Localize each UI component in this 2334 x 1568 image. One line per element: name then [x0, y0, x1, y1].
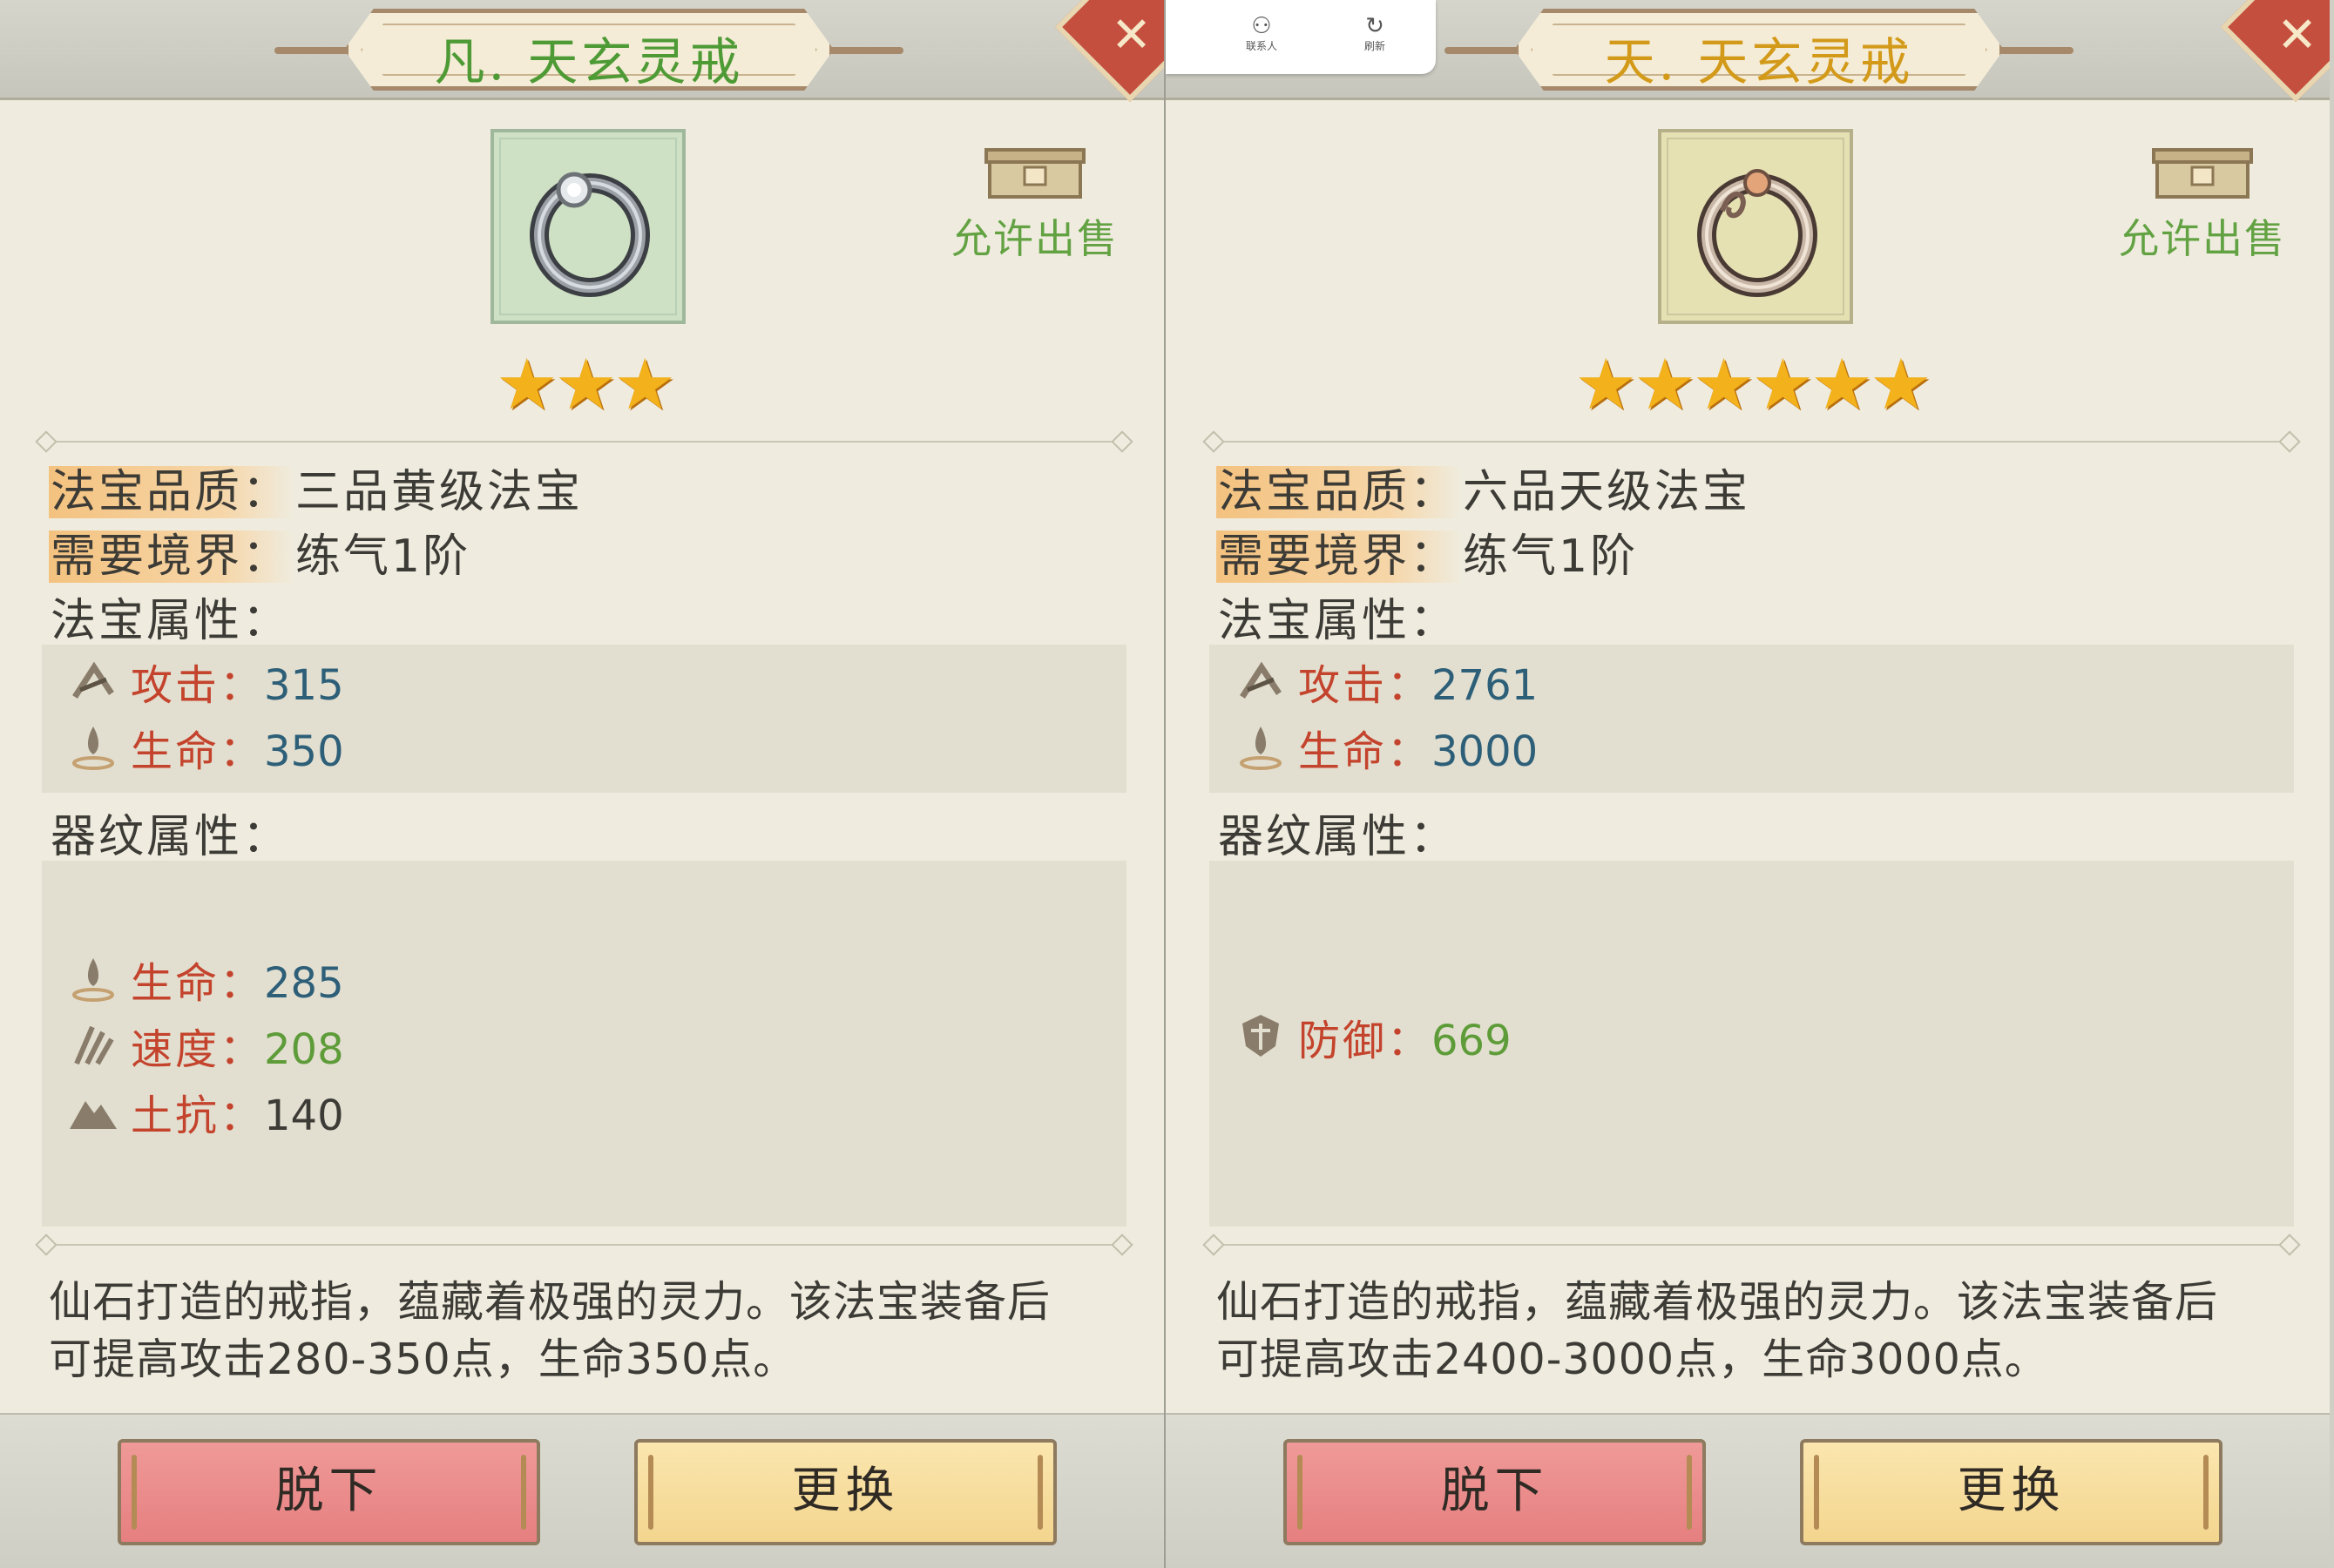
attr-heading-row: 法宝属性：	[1216, 584, 1458, 649]
pattern-attr-box: 防御：669	[1209, 861, 2294, 1227]
quality-value: 三品黄级法宝	[295, 466, 584, 518]
star-icon: ★	[495, 344, 558, 425]
item-title: 凡. 天玄灵戒	[434, 32, 744, 91]
pattern-row: 防御：669	[1235, 1010, 1512, 1071]
star-icon: ★	[1634, 344, 1696, 425]
pattern-row: 生命：285	[68, 953, 344, 1014]
speed-icon	[68, 1020, 118, 1085]
item-detail-panel-right: 天. 天玄灵戒 ✕ ⚇ 联系人 ↻ 刷新 允许出售 ★★★★★★ 法宝品质： 六…	[1166, 0, 2330, 1568]
divider	[1209, 441, 2294, 443]
realm-row: 需要境界： 练气1阶	[1216, 519, 1638, 585]
attr-row: 攻击：315	[68, 655, 344, 716]
pattern-attr-box: 生命：285 速度：208 土抗：140	[42, 861, 1126, 1227]
realm-label: 需要境界：	[49, 531, 296, 583]
item-detail-panel-left: 凡. 天玄灵戒 ✕ 允许出售 ★★★ 法宝品质： 三品黄级法宝 需要境界： 练气…	[0, 0, 1164, 1568]
pattern-heading: 器纹属性：	[51, 811, 291, 863]
star-rating: ★★★	[42, 350, 1126, 420]
action-bar: 脱下 更换	[1166, 1413, 2330, 1568]
base-attr-box: 攻击：315 生命：350	[42, 645, 1126, 793]
pattern-row: 土抗：140	[68, 1085, 344, 1146]
attr-heading: 法宝属性：	[51, 595, 291, 647]
refresh-icon: ↻	[1365, 13, 1384, 39]
star-icon: ★	[1751, 344, 1815, 425]
attr-row: 攻击：2761	[1235, 655, 1538, 716]
base-attr-box: 攻击：2761 生命：3000	[1209, 645, 2294, 793]
item-title: 天. 天玄灵戒	[1604, 32, 1914, 91]
action-bar: 脱下 更换	[0, 1413, 1164, 1568]
panel-content: 允许出售 ★★★★★★ 法宝品质： 六品天级法宝 需要境界： 练气1阶 法宝属性： …	[1209, 98, 2294, 1413]
ring-icon	[1697, 169, 1817, 297]
life-icon	[68, 955, 118, 1018]
item-icon-frame	[490, 129, 686, 324]
attr-row: 生命：350	[68, 721, 344, 782]
allow-sale-indicator: 允许出售	[948, 141, 1122, 265]
divider	[1209, 1244, 2294, 1246]
star-icon: ★	[554, 344, 618, 425]
divider	[42, 1244, 1126, 1246]
star-icon: ★	[613, 344, 676, 425]
chest-icon	[984, 148, 1086, 199]
contacts-button[interactable]: ⚇ 联系人	[1227, 14, 1296, 53]
attr-heading: 法宝属性：	[1218, 595, 1458, 647]
replace-button[interactable]: 更换	[1800, 1439, 2222, 1545]
realm-label: 需要境界：	[1216, 531, 1464, 583]
item-description: 仙石打造的戒指，蕴藏着极强的灵力。该法宝装备后 可提高攻击280-350点，生命…	[49, 1277, 1052, 1384]
item-icon-frame	[1658, 129, 1853, 324]
close-icon[interactable]: ✕	[1111, 7, 1152, 64]
attack-icon	[1235, 658, 1286, 719]
quality-label: 法宝品质：	[1216, 466, 1464, 518]
pattern-heading: 器纹属性：	[1218, 811, 1458, 863]
allow-sale-label: 允许出售	[2119, 215, 2286, 262]
quality-row: 法宝品质： 六品天级法宝	[1216, 455, 1750, 520]
panel-content: 允许出售 ★★★ 法宝品质： 三品黄级法宝 需要境界： 练气1阶 法宝属性： 攻击：…	[42, 98, 1126, 1413]
realm-value: 练气1阶	[295, 531, 471, 583]
earth-resist-icon	[68, 1088, 118, 1149]
star-icon: ★	[1692, 344, 1756, 425]
quality-value: 六品天级法宝	[1463, 466, 1751, 518]
pattern-row: 速度：208	[68, 1019, 344, 1080]
pattern-heading-row: 器纹属性：	[1216, 800, 1458, 865]
defense-icon	[1235, 1011, 1286, 1077]
attr-heading-row: 法宝属性：	[49, 584, 290, 649]
title-plaque: 凡. 天玄灵戒	[274, 9, 903, 91]
remove-button[interactable]: 脱下	[118, 1439, 540, 1545]
star-icon: ★	[1810, 344, 1873, 425]
life-icon	[1235, 723, 1286, 787]
replace-button[interactable]: 更换	[634, 1439, 1057, 1545]
refresh-button[interactable]: ↻ 刷新	[1340, 14, 1410, 53]
realm-row: 需要境界： 练气1阶	[49, 519, 470, 585]
title-bar: 凡. 天玄灵戒 ✕	[0, 0, 1164, 103]
life-icon	[68, 723, 118, 787]
star-icon: ★	[1574, 344, 1637, 425]
title-plaque: 天. 天玄灵戒	[1444, 9, 2074, 91]
star-icon: ★	[1869, 344, 1932, 425]
person-icon: ⚇	[1251, 13, 1272, 39]
item-description: 仙石打造的戒指，蕴藏着极强的灵力。该法宝装备后 可提高攻击2400-3000点，…	[1216, 1277, 2219, 1384]
realm-value: 练气1阶	[1463, 531, 1639, 583]
close-icon[interactable]: ✕	[2276, 7, 2317, 64]
overlay-toolbar: ⚇ 联系人 ↻ 刷新	[1166, 0, 1436, 74]
remove-button[interactable]: 脱下	[1283, 1439, 1706, 1545]
chest-icon	[2152, 148, 2253, 199]
pattern-heading-row: 器纹属性：	[49, 800, 290, 865]
allow-sale-label: 允许出售	[951, 215, 1119, 262]
quality-label: 法宝品质：	[49, 466, 296, 518]
ring-icon	[530, 172, 650, 297]
star-rating: ★★★★★★	[1209, 350, 2294, 420]
allow-sale-indicator: 允许出售	[2115, 141, 2290, 265]
quality-row: 法宝品质： 三品黄级法宝	[49, 455, 583, 520]
attack-icon	[68, 658, 118, 719]
divider	[42, 441, 1126, 443]
attr-row: 生命：3000	[1235, 721, 1538, 782]
